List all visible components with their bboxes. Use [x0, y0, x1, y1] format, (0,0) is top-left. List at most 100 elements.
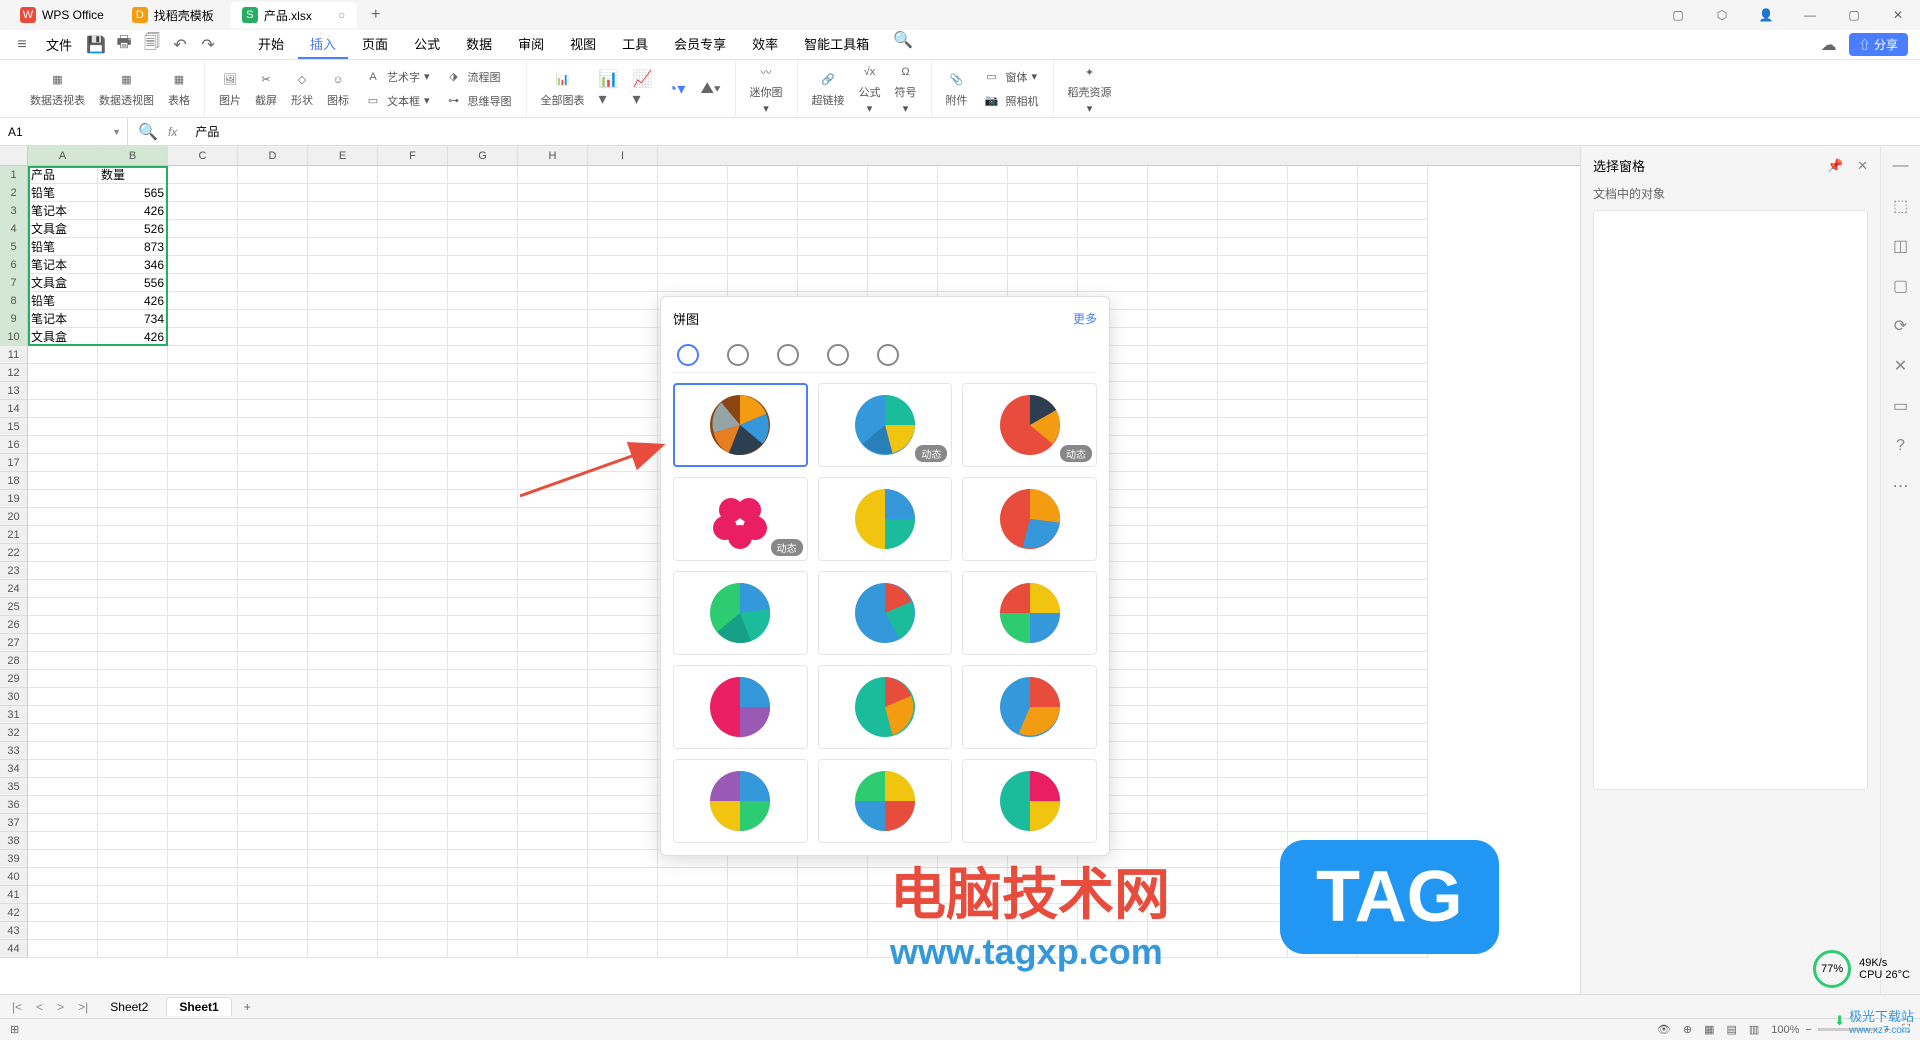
fullscreen-icon[interactable]: ⛶ — [1902, 1023, 1910, 1036]
bar-chart-icon[interactable]: 📊▾ — [599, 79, 619, 99]
cell[interactable] — [308, 832, 378, 850]
cell[interactable] — [588, 886, 658, 904]
col-header-b[interactable]: B — [98, 146, 168, 165]
chart-thumb-7[interactable] — [673, 571, 808, 655]
cell[interactable] — [238, 778, 308, 796]
cell[interactable] — [588, 796, 658, 814]
col-header-i[interactable]: I — [588, 146, 658, 165]
cell[interactable] — [378, 490, 448, 508]
cell[interactable] — [28, 868, 98, 886]
undo-icon[interactable]: ↶ — [170, 35, 190, 55]
area-chart-icon[interactable]: ⛰▾ — [701, 79, 721, 99]
cell[interactable] — [518, 832, 588, 850]
cell[interactable] — [1148, 166, 1218, 184]
view-center-icon[interactable]: ⊕ — [1683, 1023, 1692, 1036]
cell[interactable]: 526 — [98, 220, 168, 238]
cell[interactable] — [1288, 724, 1358, 742]
cell[interactable] — [1008, 922, 1078, 940]
cell[interactable] — [518, 454, 588, 472]
cell[interactable] — [378, 328, 448, 346]
cell[interactable] — [168, 670, 238, 688]
pie-3d-icon[interactable] — [727, 344, 749, 366]
cell[interactable] — [588, 940, 658, 958]
cell[interactable] — [28, 472, 98, 490]
collapse-icon[interactable]: — — [1891, 156, 1911, 176]
cell[interactable] — [1218, 598, 1288, 616]
chart-thumb-12[interactable] — [962, 665, 1097, 749]
cell[interactable] — [308, 940, 378, 958]
cell[interactable] — [518, 490, 588, 508]
cell[interactable] — [1148, 886, 1218, 904]
cell[interactable]: 产品 — [28, 166, 98, 184]
cell[interactable] — [938, 238, 1008, 256]
cell[interactable] — [168, 328, 238, 346]
menu-file[interactable]: 文件 — [40, 35, 78, 54]
cell[interactable] — [1288, 922, 1358, 940]
row-header[interactable]: 11 — [0, 346, 28, 364]
cell[interactable] — [1288, 364, 1358, 382]
cell[interactable] — [1148, 940, 1218, 958]
name-box[interactable]: A1 ▼ — [0, 118, 128, 145]
cell[interactable] — [728, 256, 798, 274]
cell[interactable]: 笔记本 — [28, 310, 98, 328]
cell[interactable] — [1358, 832, 1428, 850]
cell[interactable] — [308, 868, 378, 886]
cell[interactable] — [1288, 832, 1358, 850]
cell[interactable] — [448, 490, 518, 508]
cell[interactable] — [448, 778, 518, 796]
cell[interactable] — [1218, 184, 1288, 202]
cell[interactable] — [1218, 328, 1288, 346]
cell[interactable] — [448, 634, 518, 652]
cell[interactable] — [448, 418, 518, 436]
chart-thumb-11[interactable] — [818, 665, 953, 749]
cell[interactable] — [658, 184, 728, 202]
cell[interactable] — [1218, 526, 1288, 544]
cell[interactable] — [378, 634, 448, 652]
cell[interactable] — [1358, 544, 1428, 562]
cell[interactable] — [1358, 418, 1428, 436]
cell[interactable] — [98, 814, 168, 832]
cell[interactable] — [1288, 742, 1358, 760]
cell[interactable] — [238, 760, 308, 778]
cell[interactable] — [868, 886, 938, 904]
cell[interactable] — [1148, 904, 1218, 922]
cell[interactable] — [448, 904, 518, 922]
cell[interactable] — [1358, 472, 1428, 490]
cell[interactable] — [448, 184, 518, 202]
cell[interactable] — [308, 778, 378, 796]
cell[interactable] — [1358, 166, 1428, 184]
row-header[interactable]: 25 — [0, 598, 28, 616]
cell[interactable] — [308, 706, 378, 724]
cell[interactable] — [448, 688, 518, 706]
cell[interactable] — [448, 310, 518, 328]
cell[interactable] — [588, 328, 658, 346]
cell[interactable] — [308, 166, 378, 184]
chart-thumb-9[interactable] — [962, 571, 1097, 655]
cell[interactable] — [168, 742, 238, 760]
cell[interactable] — [238, 616, 308, 634]
chart-popup-more[interactable]: 更多 — [1073, 310, 1097, 327]
cell[interactable] — [518, 940, 588, 958]
cell[interactable] — [28, 688, 98, 706]
cell[interactable] — [1218, 904, 1288, 922]
cell[interactable] — [658, 922, 728, 940]
panel-close-icon[interactable]: ✕ — [1857, 158, 1868, 173]
chart-thumb-2[interactable]: 动态 — [818, 383, 953, 467]
cell[interactable] — [308, 184, 378, 202]
cell[interactable] — [378, 364, 448, 382]
cell[interactable] — [378, 346, 448, 364]
cell[interactable] — [1078, 922, 1148, 940]
row-header[interactable]: 3 — [0, 202, 28, 220]
cell[interactable] — [518, 544, 588, 562]
cell[interactable] — [448, 166, 518, 184]
zoom-in-button[interactable]: + — [1884, 1024, 1890, 1036]
cell[interactable] — [1078, 256, 1148, 274]
cell[interactable] — [588, 598, 658, 616]
row-header[interactable]: 28 — [0, 652, 28, 670]
cell[interactable] — [728, 940, 798, 958]
cell[interactable] — [168, 814, 238, 832]
cell[interactable] — [308, 526, 378, 544]
cell[interactable] — [1288, 652, 1358, 670]
chart-thumb-10[interactable] — [673, 665, 808, 749]
cell[interactable] — [98, 922, 168, 940]
